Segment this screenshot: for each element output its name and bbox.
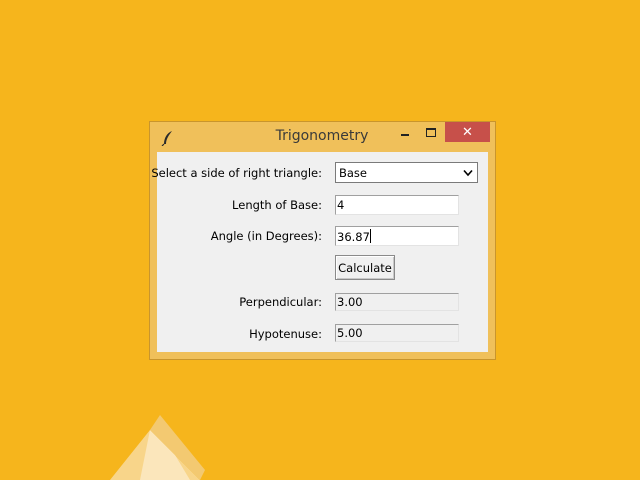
length-input-value: 4 — [337, 198, 345, 212]
length-label: Length of Base: — [232, 198, 322, 212]
side-select-value: Base — [339, 166, 368, 180]
perpendicular-label: Perpendicular: — [239, 295, 322, 309]
length-input[interactable]: 4 — [335, 195, 459, 215]
text-caret — [369, 229, 371, 243]
angle-input-text: 36.87 — [337, 229, 371, 244]
perpendicular-output[interactable]: 3.00 — [335, 293, 459, 311]
perpendicular-output-value: 3.00 — [337, 295, 363, 309]
hypotenuse-output[interactable]: 5.00 — [335, 324, 459, 342]
title-bar[interactable]: Trigonometry ✕ — [150, 122, 495, 152]
hypotenuse-label: Hypotenuse: — [249, 327, 322, 341]
side-select[interactable]: Base — [335, 162, 478, 183]
close-icon: ✕ — [462, 124, 473, 140]
calculate-button[interactable]: Calculate — [335, 255, 395, 280]
minimize-button[interactable] — [392, 122, 418, 142]
side-select-label: Select a side of right triangle: — [151, 166, 322, 180]
angle-input-value: 36.87 — [337, 230, 370, 244]
maximize-icon — [426, 127, 436, 137]
angle-label: Angle (in Degrees): — [210, 229, 322, 243]
close-button[interactable]: ✕ — [445, 122, 490, 142]
maximize-button[interactable] — [418, 122, 444, 142]
minimize-icon — [401, 134, 409, 136]
desktop-background: Trigonometry ✕ Select a side of right tr… — [0, 0, 640, 480]
hypotenuse-output-value: 5.00 — [337, 326, 363, 340]
chevron-down-icon — [463, 169, 473, 177]
feather-icon — [161, 131, 172, 146]
angle-input[interactable]: 36.87 — [335, 226, 459, 246]
window-client-area: Select a side of right triangle: Base Le… — [151, 152, 488, 352]
trigonometry-window: Trigonometry ✕ Select a side of right tr… — [149, 121, 496, 360]
